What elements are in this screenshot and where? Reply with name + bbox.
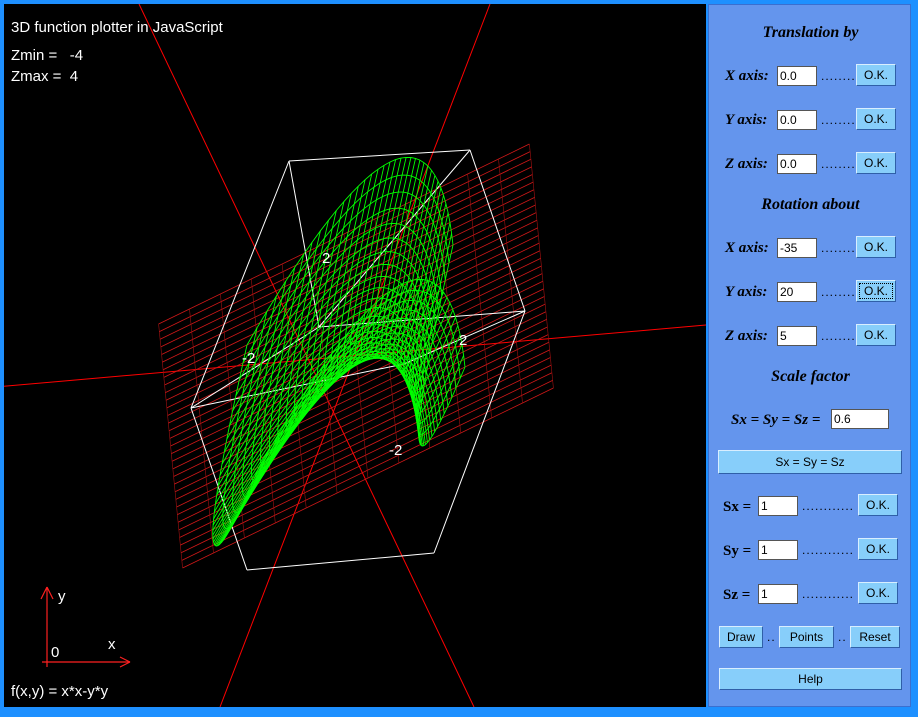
sx-input[interactable] — [758, 496, 798, 516]
scale-uniform-input[interactable] — [831, 409, 889, 429]
sx-ok-button[interactable]: O.K. — [858, 494, 898, 516]
rotation-y-label: Y axis: — [725, 284, 768, 300]
translation-y-label: Y axis: — [725, 112, 768, 128]
translation-z-label: Z axis: — [725, 156, 768, 172]
scale-uniform-button[interactable]: Sx = Sy = Sz — [718, 450, 902, 474]
rotation-y-input[interactable] — [777, 282, 817, 302]
dots: .. — [838, 630, 847, 644]
surface-line — [237, 325, 445, 514]
rotation-x-input[interactable] — [777, 238, 817, 258]
zmin-label: Zmin = -4 — [11, 47, 84, 64]
grid-line — [189, 308, 214, 554]
ref-x-arrowhead — [119, 656, 131, 663]
dots: ............ — [802, 587, 855, 601]
grid-line — [158, 323, 183, 569]
axis-y-label: y — [58, 588, 66, 605]
grid-line — [498, 158, 523, 404]
scale-uniform-label: Sx = Sy = Sz = — [731, 412, 821, 428]
dots: ........ — [821, 157, 856, 171]
ref-y-arrowhead — [40, 586, 48, 600]
bounding-box-edge — [246, 552, 435, 571]
translation-x-label: X axis: — [725, 68, 769, 84]
tick-label: -2 — [389, 442, 403, 459]
tick-label: -2 — [242, 350, 256, 367]
translation-y-ok-button[interactable]: O.K. — [856, 108, 896, 130]
dots: ........ — [821, 285, 856, 299]
dots: .. — [767, 630, 776, 644]
formula-label: f(x,y) = x*x-y*y — [11, 683, 109, 700]
rotation-x-ok-button[interactable]: O.K. — [856, 236, 896, 258]
zmax-label: Zmax = 4 — [11, 68, 79, 85]
rotation-z-ok-button[interactable]: O.K. — [856, 324, 896, 346]
reset-button[interactable]: Reset — [850, 626, 900, 648]
tick-label: 2 — [322, 250, 331, 267]
dots: ........ — [821, 69, 856, 83]
sy-label: Sy = — [723, 543, 752, 559]
dots: ........ — [821, 329, 856, 343]
dots: ............ — [802, 499, 855, 513]
sz-input[interactable] — [758, 584, 798, 604]
ref-x-arrowhead — [119, 661, 131, 668]
sx-label: Sx = — [723, 499, 752, 515]
axis-origin-label: 0 — [51, 644, 60, 661]
plot-svg — [4, 4, 706, 707]
points-button[interactable]: Points — [779, 626, 834, 648]
rotation-title: Rotation about — [761, 196, 860, 213]
dots: ........ — [821, 241, 856, 255]
rotation-y-ok-button[interactable]: O.K. — [856, 280, 896, 302]
plot-canvas[interactable]: 3D function plotter in JavaScript Zmin =… — [4, 4, 706, 707]
grid-line — [529, 143, 554, 389]
translation-z-input[interactable] — [777, 154, 817, 174]
scale-title: Scale factor — [771, 368, 850, 385]
help-button[interactable]: Help — [719, 668, 902, 690]
axis-x-label: x — [108, 636, 116, 653]
tick-label: 2 — [459, 332, 468, 349]
sz-label: Sz = — [723, 587, 751, 603]
ref-y-arrowhead — [46, 586, 54, 600]
bounding-box-edge — [288, 160, 320, 328]
sy-input[interactable] — [758, 540, 798, 560]
dots: ............ — [802, 543, 855, 557]
translation-z-ok-button[interactable]: O.K. — [856, 152, 896, 174]
dots: ........ — [821, 113, 856, 127]
translation-title: Translation by — [762, 24, 859, 41]
plot-title: 3D function plotter in JavaScript — [11, 19, 223, 36]
translation-x-input[interactable] — [777, 66, 817, 86]
draw-button[interactable]: Draw — [719, 626, 763, 648]
control-panel: Translation by X axis: ........ O.K. Y a… — [708, 4, 911, 707]
grid-line — [467, 173, 492, 419]
sz-ok-button[interactable]: O.K. — [858, 582, 898, 604]
translation-x-ok-button[interactable]: O.K. — [856, 64, 896, 86]
rotation-x-label: X axis: — [725, 240, 769, 256]
translation-y-input[interactable] — [777, 110, 817, 130]
sy-ok-button[interactable]: O.K. — [858, 538, 898, 560]
grid-line — [436, 188, 461, 434]
y-axis-line — [219, 4, 491, 707]
bounding-box-edge — [288, 149, 471, 162]
bounding-box-edge — [190, 407, 248, 571]
rotation-z-label: Z axis: — [725, 328, 768, 344]
rotation-z-input[interactable] — [777, 326, 817, 346]
